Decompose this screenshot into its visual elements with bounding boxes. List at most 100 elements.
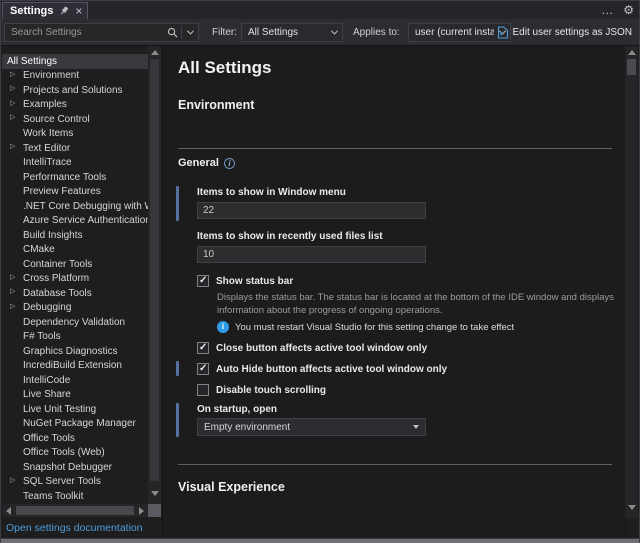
auto-hide-row[interactable]: Auto Hide button affects active tool win… [197, 362, 447, 376]
edit-json-button[interactable]: Edit user settings as JSON [493, 23, 637, 42]
sidebar-item-label: Work Items [23, 128, 73, 139]
open-settings-documentation-link[interactable]: Open settings documentation [6, 522, 143, 534]
disable-touch-row[interactable]: Disable touch scrolling [197, 383, 326, 397]
checkbox[interactable] [197, 363, 209, 375]
sidebar-item-intellicode[interactable]: ▷ IntelliCode [2, 373, 148, 388]
sidebar-item-environment[interactable]: ▷ Environment [2, 69, 148, 84]
sidebar-item-source-control[interactable]: ▷ Source Control [2, 112, 148, 127]
show-status-bar-row[interactable]: Show status bar [197, 274, 293, 288]
sidebar-vertical-scrollbar[interactable] [148, 46, 161, 504]
expand-chevron-icon[interactable]: ▷ [10, 99, 15, 107]
scroll-up-icon[interactable] [151, 50, 159, 55]
scroll-down-icon[interactable] [628, 505, 636, 510]
on-startup-dropdown[interactable]: Empty environment [197, 418, 426, 436]
expand-chevron-icon[interactable]: ▷ [10, 113, 15, 121]
scrollbar-thumb[interactable] [627, 59, 636, 75]
expand-chevron-icon[interactable]: ▷ [10, 142, 15, 150]
scrollbar-thumb[interactable] [150, 59, 159, 481]
expand-chevron-icon[interactable]: ▷ [10, 287, 15, 295]
window-bottom-edge [1, 538, 639, 543]
search-icon[interactable] [163, 27, 181, 38]
applies-to-value: user (current install) [409, 27, 494, 38]
sidebar-item-label: Text Editor [23, 143, 70, 154]
recent-files-items-input[interactable] [197, 246, 426, 263]
sidebar-item-projects-and-solutions[interactable]: ▷ Projects and Solutions [2, 83, 148, 98]
scrollbar-corner [148, 504, 161, 517]
setting-label: Items to show in Window menu [197, 187, 346, 198]
scrollbar-thumb[interactable] [16, 506, 134, 515]
checkbox-label: Close button affects active tool window … [216, 343, 427, 354]
sidebar-horizontal-scrollbar[interactable] [2, 504, 148, 517]
tab-settings[interactable]: Settings × [2, 2, 88, 19]
expand-chevron-icon[interactable]: ▷ [10, 70, 15, 78]
settings-toolbar: Filter: All Settings Applies to: user (c… [1, 19, 639, 46]
sidebar-item-label: Performance Tools [23, 172, 106, 183]
sidebar-item-label: Office Tools (Web) [23, 447, 105, 458]
sidebar-item-label: Teams Toolkit [23, 491, 83, 502]
sidebar-item-nuget-package-manager[interactable]: ▷ NuGet Package Manager [2, 417, 148, 432]
scroll-right-icon[interactable] [139, 507, 144, 515]
sidebar-item-label: CMake [23, 244, 55, 255]
sidebar-item-snapshot-debugger[interactable]: ▷ Snapshot Debugger [2, 460, 148, 475]
gear-icon[interactable]: ⚙ [623, 3, 634, 17]
expand-chevron-icon[interactable]: ▷ [10, 302, 15, 310]
sidebar-item-graphics-diagnostics[interactable]: ▷ Graphics Diagnostics [2, 344, 148, 359]
sidebar-item-cmake[interactable]: ▷ CMake [2, 243, 148, 258]
sidebar-item-container-tools[interactable]: ▷ Container Tools [2, 257, 148, 272]
expand-chevron-icon[interactable]: ▷ [10, 84, 15, 92]
general-section-title: General i [178, 157, 235, 169]
checkbox[interactable] [197, 275, 209, 287]
chevron-down-icon [413, 425, 419, 429]
sidebar-item-office-tools[interactable]: ▷ Office Tools [2, 431, 148, 446]
overflow-menu-icon[interactable]: … [601, 3, 614, 17]
sidebar-item-net-core-debugging-with-w[interactable]: ▷ .NET Core Debugging with W [2, 199, 148, 214]
checkbox[interactable] [197, 384, 209, 396]
setting-label: On startup, open [197, 404, 277, 415]
sidebar-item-database-tools[interactable]: ▷ Database Tools [2, 286, 148, 301]
sidebar-item-dependency-validation[interactable]: ▷ Dependency Validation [2, 315, 148, 330]
scroll-left-icon[interactable] [6, 507, 11, 515]
tab-close-icon[interactable]: × [75, 5, 82, 17]
expand-chevron-icon[interactable]: ▷ [10, 273, 15, 281]
pin-icon[interactable] [59, 6, 69, 16]
sidebar-item-performance-tools[interactable]: ▷ Performance Tools [2, 170, 148, 185]
sidebar-item-text-editor[interactable]: ▷ Text Editor [2, 141, 148, 156]
settings-sidebar: ▷ All Settings ▷ Environment ▷ Projects … [2, 46, 148, 504]
sidebar-item-label: Preview Features [23, 186, 101, 197]
sidebar-item-intellitrace[interactable]: ▷ IntelliTrace [2, 156, 148, 171]
expand-chevron-icon[interactable]: ▷ [10, 476, 15, 484]
sidebar-item-sql-server-tools[interactable]: ▷ SQL Server Tools [2, 475, 148, 490]
sidebar-item-office-tools-web[interactable]: ▷ Office Tools (Web) [2, 446, 148, 461]
main-vertical-scrollbar[interactable] [625, 46, 638, 518]
sidebar-item-build-insights[interactable]: ▷ Build Insights [2, 228, 148, 243]
edit-json-label: Edit user settings as JSON [513, 27, 633, 38]
sidebar-item-label: Debugging [23, 302, 71, 313]
sidebar-item-label: Live Unit Testing [23, 404, 96, 415]
filter-label: Filter: [212, 19, 237, 46]
sidebar-item-all-settings[interactable]: ▷ All Settings [2, 54, 148, 69]
scroll-up-icon[interactable] [628, 50, 636, 55]
section-divider [178, 464, 612, 465]
help-info-icon[interactable]: i [224, 158, 235, 169]
sidebar-item-f-tools[interactable]: ▷ F# Tools [2, 330, 148, 345]
close-button-row[interactable]: Close button affects active tool window … [197, 341, 427, 355]
sidebar-item-incredibuild-extension[interactable]: ▷ IncrediBuild Extension [2, 359, 148, 374]
sidebar-item-preview-features[interactable]: ▷ Preview Features [2, 185, 148, 200]
scroll-down-icon[interactable] [151, 491, 159, 496]
sidebar-item-debugging[interactable]: ▷ Debugging [2, 301, 148, 316]
sidebar-item-teams-toolkit[interactable]: ▷ Teams Toolkit [2, 489, 148, 504]
sidebar-item-cross-platform[interactable]: ▷ Cross Platform [2, 272, 148, 287]
sidebar-item-azure-service-authentication[interactable]: ▷ Azure Service Authentication [2, 214, 148, 229]
checkbox[interactable] [197, 342, 209, 354]
sidebar-item-live-share[interactable]: ▷ Live Share [2, 388, 148, 403]
search-input[interactable] [5, 27, 163, 38]
filter-combobox[interactable]: All Settings [241, 23, 343, 42]
sidebar-item-work-items[interactable]: ▷ Work Items [2, 127, 148, 142]
sidebar-item-live-unit-testing[interactable]: ▷ Live Unit Testing [2, 402, 148, 417]
sidebar-item-examples[interactable]: ▷ Examples [2, 98, 148, 113]
section-divider [178, 148, 612, 149]
window-menu-items-input[interactable] [197, 202, 426, 219]
chevron-down-icon [326, 30, 342, 35]
search-options-chevron-icon[interactable] [182, 30, 198, 35]
search-box[interactable] [4, 23, 199, 42]
